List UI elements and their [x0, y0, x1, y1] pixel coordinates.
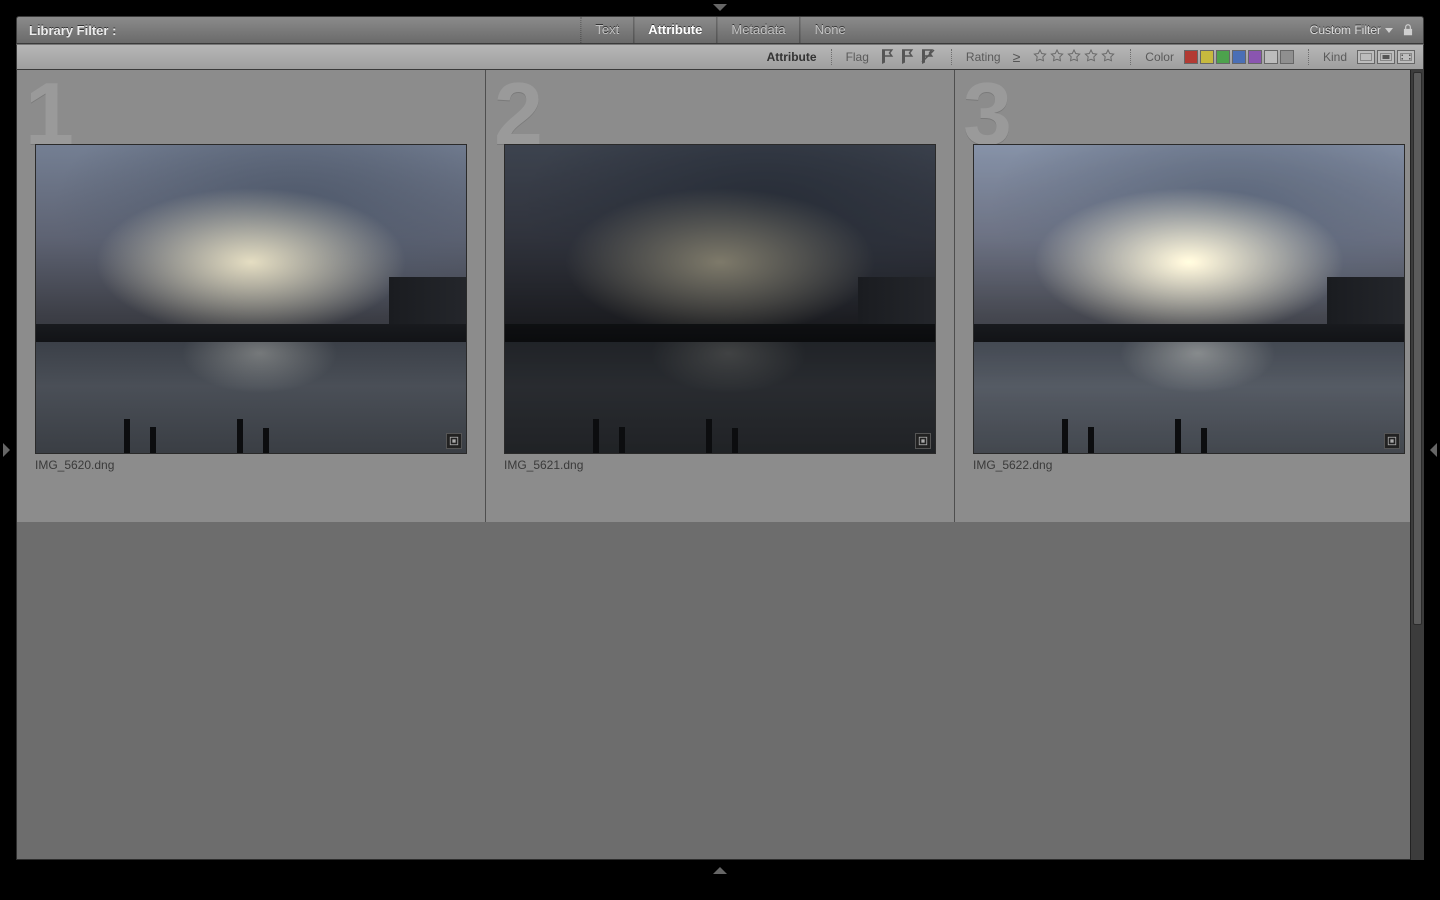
lock-icon[interactable] — [1401, 23, 1415, 37]
flag-filter-group — [879, 47, 937, 68]
grid-row: 1 IMG_5620.dng 2 IMG_5621.dng 3 — [17, 70, 1423, 522]
filter-tab-attribute[interactable]: Attribute — [633, 17, 716, 43]
library-filter-bar: Library Filter : Text Attribute Metadata… — [16, 16, 1424, 44]
grid-cell[interactable]: 3 IMG_5622.dng — [955, 70, 1423, 522]
star-2-icon[interactable] — [1049, 48, 1065, 67]
separator — [831, 49, 832, 65]
attribute-section-label: Attribute — [767, 50, 817, 64]
flag-unflagged-icon[interactable] — [899, 47, 917, 68]
color-swatch-red[interactable] — [1184, 50, 1198, 64]
rating-stars — [1032, 48, 1116, 67]
panel-handle-top[interactable] — [713, 4, 727, 11]
star-3-icon[interactable] — [1066, 48, 1082, 67]
thumbnail-badge-icon[interactable] — [915, 433, 931, 449]
flag-picked-icon[interactable] — [879, 47, 897, 68]
vertical-scrollbar[interactable] — [1410, 70, 1424, 860]
thumbnail[interactable] — [35, 144, 467, 454]
star-5-icon[interactable] — [1100, 48, 1116, 67]
grid-cell[interactable]: 1 IMG_5620.dng — [17, 70, 486, 522]
rating-label: Rating — [966, 50, 1001, 64]
thumbnail-badge-icon[interactable] — [446, 433, 462, 449]
color-swatch-custom[interactable] — [1280, 50, 1294, 64]
thumbnail[interactable] — [973, 144, 1405, 454]
thumbnail-filename: IMG_5622.dng — [973, 458, 1052, 472]
filter-preset-label: Custom Filter — [1310, 23, 1381, 37]
kind-virtual-copy-icon[interactable] — [1377, 50, 1395, 64]
color-swatch-yellow[interactable] — [1200, 50, 1214, 64]
grid-empty-area — [17, 522, 1423, 859]
kind-filter-group — [1357, 50, 1415, 64]
thumbnail-grid: 1 IMG_5620.dng 2 IMG_5621.dng 3 — [16, 70, 1424, 860]
panel-handle-right[interactable] — [1430, 443, 1437, 457]
filter-tabs: Text Attribute Metadata None — [580, 17, 859, 43]
filter-tab-none[interactable]: None — [800, 17, 860, 43]
thumbnail-filename: IMG_5620.dng — [35, 458, 114, 472]
flag-rejected-icon[interactable] — [919, 47, 937, 68]
app-frame: Library Filter : Text Attribute Metadata… — [0, 0, 1440, 900]
kind-master-icon[interactable] — [1357, 50, 1375, 64]
color-swatch-purple[interactable] — [1248, 50, 1262, 64]
thumbnail-badge-icon[interactable] — [1384, 433, 1400, 449]
kind-video-icon[interactable] — [1397, 50, 1415, 64]
flag-label: Flag — [846, 50, 869, 64]
rating-operator[interactable]: ≥ — [1011, 49, 1023, 65]
separator — [1130, 49, 1131, 65]
color-swatch-blue[interactable] — [1232, 50, 1246, 64]
thumbnail[interactable] — [504, 144, 936, 454]
grid-cell[interactable]: 2 IMG_5621.dng — [486, 70, 955, 522]
scrollbar-thumb[interactable] — [1413, 72, 1422, 625]
attribute-filter-bar: Attribute Flag Rating ≥ Color — [16, 44, 1424, 70]
star-1-icon[interactable] — [1032, 48, 1048, 67]
star-4-icon[interactable] — [1083, 48, 1099, 67]
thumbnail-filename: IMG_5621.dng — [504, 458, 583, 472]
separator — [951, 49, 952, 65]
panel-handle-left[interactable] — [3, 443, 10, 457]
color-swatch-group — [1184, 50, 1294, 64]
panel-handle-bottom[interactable] — [713, 867, 727, 874]
kind-label: Kind — [1323, 50, 1347, 64]
chevron-down-icon — [1385, 28, 1393, 33]
filter-preset-dropdown[interactable]: Custom Filter — [1310, 23, 1393, 37]
separator — [1308, 49, 1309, 65]
library-filter-title: Library Filter : — [17, 23, 128, 38]
color-label: Color — [1145, 50, 1174, 64]
color-swatch-none[interactable] — [1264, 50, 1278, 64]
filter-tab-text[interactable]: Text — [580, 17, 633, 43]
filter-tab-metadata[interactable]: Metadata — [716, 17, 799, 43]
color-swatch-green[interactable] — [1216, 50, 1230, 64]
